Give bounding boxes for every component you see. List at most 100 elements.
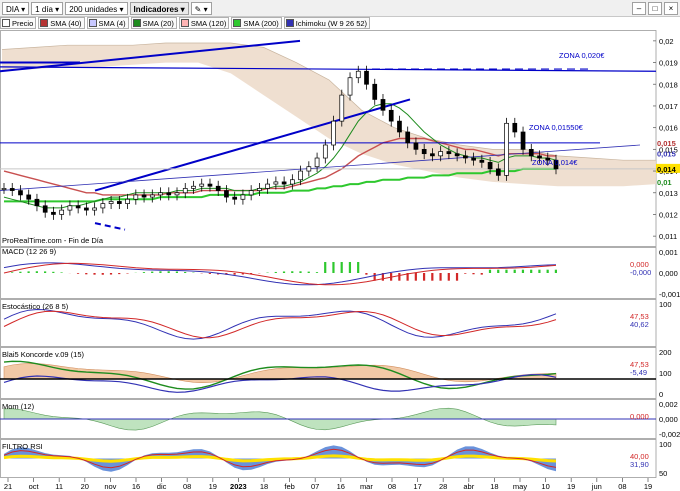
histogram-bar <box>151 271 154 273</box>
histogram-bar <box>60 272 63 273</box>
koncorde-title: Blai5 Koncorde v.09 (15) <box>2 350 84 359</box>
candle-body <box>9 188 15 191</box>
histogram-bar <box>118 273 121 275</box>
candle-body <box>504 122 509 176</box>
indicator-tick-label: 0,000 <box>659 269 678 278</box>
x-tick-label: 21 <box>4 482 12 491</box>
candle-body <box>306 166 312 172</box>
y-tick-label: 0,019 <box>659 59 678 68</box>
candle-body <box>100 203 106 209</box>
candle-body <box>125 198 130 204</box>
candle-body <box>430 153 435 157</box>
histogram-bar <box>431 273 434 281</box>
candle-body <box>463 155 468 159</box>
indicator-tick-label: -0,001 <box>659 290 680 299</box>
histogram-bar <box>521 269 525 273</box>
right-price-label: 0,014 <box>657 165 677 174</box>
histogram-bar <box>184 271 187 273</box>
indicator-tick-label: 50 <box>659 469 667 478</box>
x-tick-label: 16 <box>337 482 345 491</box>
x-tick-label: 11 <box>55 482 63 491</box>
histogram-bar <box>488 269 492 273</box>
histogram-bar <box>497 269 500 273</box>
panel-frame <box>0 299 657 347</box>
candle-body <box>191 185 196 189</box>
y-tick-label: 0,017 <box>659 102 678 111</box>
histogram-bar <box>27 271 30 273</box>
candle-body <box>339 94 345 122</box>
histogram-bar <box>365 273 368 275</box>
candle-body <box>355 70 361 79</box>
indicator-value-label: 31,90 <box>630 460 649 469</box>
candle-body <box>471 157 476 161</box>
candle-body <box>174 192 180 196</box>
x-tick-label: 18 <box>490 482 498 491</box>
zone-014-label: ZONA 0,014€ <box>532 158 578 167</box>
candle-body <box>528 149 534 157</box>
candle-body <box>232 196 238 200</box>
histogram-bar <box>282 271 286 273</box>
candle-body <box>372 83 378 100</box>
panel-frame <box>0 247 657 299</box>
stochastic-title: Estocástico (26 8 5) <box>2 302 69 311</box>
histogram-bar <box>109 273 113 275</box>
candle-body <box>257 188 262 191</box>
y-tick-label: 0,013 <box>659 189 678 198</box>
x-tick-label: 19 <box>567 482 575 491</box>
histogram-bar <box>530 269 533 273</box>
candle-body <box>495 168 501 176</box>
candle-body <box>1 188 7 190</box>
indicator-tick-label: 0,000 <box>659 415 678 424</box>
y-tick-label: 0,02 <box>659 37 674 46</box>
candle-body <box>59 209 65 215</box>
candle-body <box>421 149 427 155</box>
macd-title: MACD (12 26 9) <box>2 247 57 256</box>
histogram-bar <box>554 269 557 273</box>
zone-020-label: ZONA 0,020€ <box>559 51 605 60</box>
histogram-bar <box>414 273 417 281</box>
histogram-bar <box>398 273 401 281</box>
x-tick-label: dic <box>157 482 167 491</box>
candle-body <box>240 194 246 200</box>
x-tick-label: mar <box>360 482 373 491</box>
x-tick-label: 08 <box>183 482 191 491</box>
y-tick-label: 0,018 <box>659 80 678 89</box>
x-tick-label: 17 <box>413 482 421 491</box>
candle-body <box>75 205 81 209</box>
histogram-bar <box>208 273 211 274</box>
histogram-bar <box>315 272 319 273</box>
zone-01550-label: ZONA 0,01550€ <box>529 123 584 132</box>
histogram-bar <box>505 269 508 273</box>
y-tick-label: 0,016 <box>659 124 678 133</box>
histogram-bar <box>455 273 459 281</box>
indicator-value-label: -0,000 <box>630 268 651 277</box>
candle-body <box>248 190 254 196</box>
x-tick-label: abr <box>463 482 474 491</box>
candle-body <box>26 194 32 200</box>
histogram-bar <box>480 273 483 275</box>
rsi-filter-title: FILTRO RSI <box>2 442 43 451</box>
indicator-value-label: 40,62 <box>630 320 649 329</box>
candle-body <box>273 181 279 185</box>
indicator-tick-label: -0,002 <box>659 430 680 439</box>
histogram-bar <box>332 262 335 273</box>
x-tick-label: 19 <box>644 482 652 491</box>
x-tick-label: 16 <box>132 482 140 491</box>
candle-body <box>331 120 336 146</box>
momentum-title: Mom (12) <box>2 402 35 411</box>
histogram-bar <box>76 273 80 274</box>
histogram-bar <box>35 271 38 273</box>
source-label: ProRealTime.com - Fin de Día <box>2 236 104 245</box>
x-tick-label: 18 <box>260 482 268 491</box>
candle-body <box>18 190 23 196</box>
candle-body <box>108 201 114 204</box>
candle-body <box>413 142 419 150</box>
histogram-bar <box>472 273 475 275</box>
indicator-tick-label: 0,002 <box>659 400 678 409</box>
candle-body <box>92 207 97 211</box>
price-chart[interactable]: 0,02 0,019 0,018 0,017 0,016 0,015 0,014 0,013 0… <box>0 0 680 491</box>
chart-window: DIA ▾ 1 día ▾ 200 unidades ▾ Indicadores… <box>0 0 680 491</box>
histogram-bar <box>142 272 146 273</box>
x-tick-label: 28 <box>439 482 447 491</box>
candle-body <box>322 144 328 159</box>
